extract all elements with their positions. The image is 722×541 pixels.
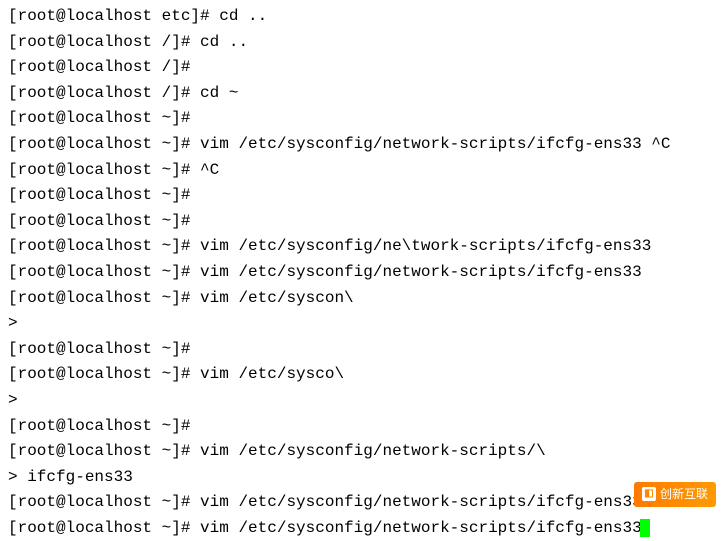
shell-prompt: [root@localhost ~]#	[8, 340, 200, 358]
shell-prompt: [root@localhost /]#	[8, 58, 200, 76]
terminal-cursor	[640, 519, 650, 537]
shell-command: cd ..	[200, 33, 248, 51]
terminal-line: [root@localhost ~]#	[8, 209, 714, 235]
terminal-line: [root@localhost ~]#	[8, 183, 714, 209]
terminal-line: [root@localhost ~]#	[8, 414, 714, 440]
terminal-line: >	[8, 311, 714, 337]
terminal-line: > ifcfg-ens33	[8, 465, 714, 491]
shell-command: vim /etc/syscon\	[200, 289, 354, 307]
shell-prompt: [root@localhost ~]#	[8, 237, 200, 255]
shell-command: vim /etc/sysconfig/network-scripts/ifcfg…	[200, 263, 642, 281]
shell-command: vim /etc/sysconfig/network-scripts/ifcfg…	[200, 135, 670, 153]
terminal-line: [root@localhost ~]# vim /etc/sysconfig/n…	[8, 260, 714, 286]
shell-prompt: [root@localhost ~]#	[8, 263, 200, 281]
shell-prompt: [root@localhost ~]#	[8, 365, 200, 383]
shell-prompt: [root@localhost ~]#	[8, 289, 200, 307]
terminal-line: >	[8, 388, 714, 414]
shell-prompt: [root@localhost ~]#	[8, 417, 200, 435]
shell-prompt: >	[8, 468, 27, 486]
watermark-text: 创新互联	[660, 485, 708, 504]
shell-command: vim /etc/sysconfig/network-scripts/ifcfg…	[200, 493, 642, 511]
watermark-icon: ◧	[642, 487, 656, 501]
terminal-line: [root@localhost ~]# vim /etc/sysconfig/n…	[8, 490, 714, 516]
terminal-line: [root@localhost ~]# vim /etc/sysco\	[8, 362, 714, 388]
shell-command: cd ~	[200, 84, 238, 102]
terminal-line: [root@localhost /]# cd ~	[8, 81, 714, 107]
shell-prompt: [root@localhost ~]#	[8, 186, 200, 204]
terminal-line: [root@localhost ~]# vim /etc/sysconfig/n…	[8, 132, 714, 158]
shell-command: vim /etc/sysco\	[200, 365, 344, 383]
shell-prompt: [root@localhost ~]#	[8, 519, 200, 537]
terminal-line: [root@localhost /]#	[8, 55, 714, 81]
terminal-line: [root@localhost etc]# cd ..	[8, 4, 714, 30]
shell-command: vim /etc/sysconfig/network-scripts/\	[200, 442, 546, 460]
shell-command: ifcfg-ens33	[27, 468, 133, 486]
terminal-line: [root@localhost ~]# vim /etc/sysconfig/n…	[8, 234, 714, 260]
shell-prompt: [root@localhost ~]#	[8, 161, 200, 179]
shell-command: vim /etc/sysconfig/ne\twork-scripts/ifcf…	[200, 237, 651, 255]
terminal-line: [root@localhost ~]# vim /etc/sysconfig/n…	[8, 439, 714, 465]
shell-prompt: [root@localhost ~]#	[8, 442, 200, 460]
shell-prompt: [root@localhost ~]#	[8, 109, 200, 127]
terminal-output[interactable]: [root@localhost etc]# cd ..[root@localho…	[8, 4, 714, 541]
terminal-line: [root@localhost ~]# vim /etc/syscon\	[8, 286, 714, 312]
shell-command: ^C	[200, 161, 219, 179]
shell-prompt: [root@localhost ~]#	[8, 493, 200, 511]
shell-prompt: [root@localhost ~]#	[8, 212, 200, 230]
terminal-line: [root@localhost ~]#	[8, 106, 714, 132]
shell-prompt: [root@localhost etc]#	[8, 7, 219, 25]
watermark-badge: ◧ 创新互联	[634, 482, 716, 507]
terminal-line: [root@localhost ~]# vim /etc/sysconfig/n…	[8, 516, 714, 541]
terminal-line: [root@localhost ~]# ^C	[8, 158, 714, 184]
shell-prompt: >	[8, 314, 27, 332]
terminal-line: [root@localhost ~]#	[8, 337, 714, 363]
shell-prompt: [root@localhost /]#	[8, 33, 200, 51]
shell-prompt: [root@localhost ~]#	[8, 135, 200, 153]
terminal-line: [root@localhost /]# cd ..	[8, 30, 714, 56]
shell-prompt: [root@localhost /]#	[8, 84, 200, 102]
shell-command: cd ..	[219, 7, 267, 25]
shell-command: vim /etc/sysconfig/network-scripts/ifcfg…	[200, 519, 642, 537]
shell-prompt: >	[8, 391, 27, 409]
